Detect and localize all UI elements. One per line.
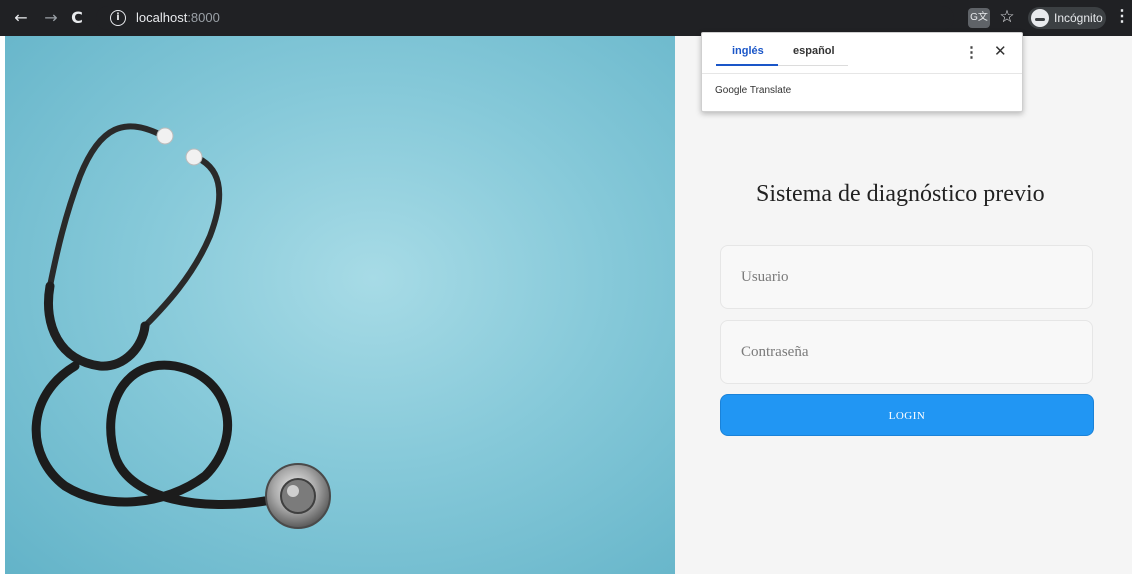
translate-popup: inglés español ⋮ ✕ Google Translate xyxy=(701,32,1023,112)
url-port: :8000 xyxy=(187,10,220,25)
password-input[interactable] xyxy=(721,321,1092,383)
back-icon[interactable]: ← xyxy=(10,7,32,29)
incognito-icon xyxy=(1031,9,1049,27)
username-input[interactable] xyxy=(721,246,1092,308)
password-field[interactable] xyxy=(720,320,1093,384)
tab-active-indicator xyxy=(716,64,778,66)
stethoscope-illustration xyxy=(31,123,331,529)
bookmark-star-icon[interactable]: ☆ xyxy=(996,6,1018,28)
popup-divider xyxy=(702,73,1022,74)
incognito-badge[interactable]: Incógnito xyxy=(1028,7,1106,29)
login-button[interactable]: LOGIN xyxy=(720,394,1094,436)
page-title: Sistema de diagnóstico previo xyxy=(756,181,1045,207)
tab-espanol[interactable]: español xyxy=(793,45,835,57)
reload-icon[interactable]: C xyxy=(66,7,88,29)
username-field[interactable] xyxy=(720,245,1093,309)
login-panel: Sistema de diagnóstico previo LOGIN xyxy=(675,36,1132,574)
google-translate-label: Google Translate xyxy=(715,85,792,96)
address-bar[interactable]: i localhost:8000 xyxy=(96,6,954,30)
site-info-icon[interactable]: i xyxy=(110,10,126,26)
tab-divider xyxy=(778,65,848,66)
browser-menu-icon[interactable]: ⋮ xyxy=(1114,6,1130,28)
translate-more-icon[interactable]: ⋮ xyxy=(964,43,979,61)
incognito-label: Incógnito xyxy=(1054,11,1103,25)
forward-icon[interactable]: → xyxy=(40,7,62,29)
translate-icon[interactable]: G文 xyxy=(968,8,990,28)
url-text[interactable]: localhost:8000 xyxy=(136,10,220,25)
browser-toolbar: ← → C i localhost:8000 G文 ☆ Incógnito ⋮ xyxy=(0,0,1132,36)
tab-ingles[interactable]: inglés xyxy=(732,45,764,57)
stethoscope-photo xyxy=(5,36,675,574)
url-host: localhost xyxy=(136,10,188,25)
close-icon[interactable]: ✕ xyxy=(994,42,1007,60)
